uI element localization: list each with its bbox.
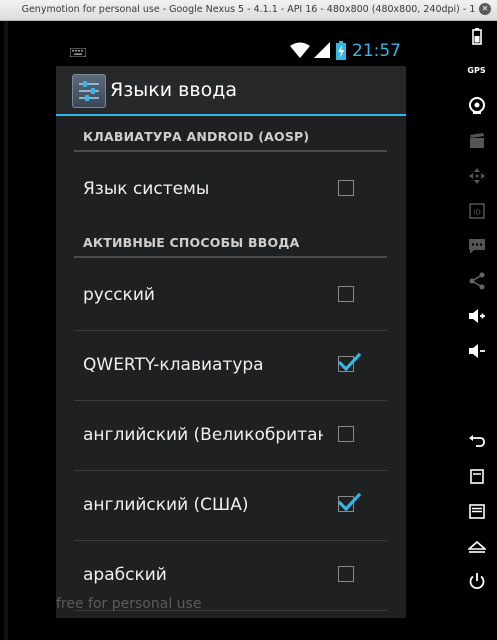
battery-tool[interactable] [456,21,497,51]
home-tool[interactable] [456,461,497,491]
watermark: free for personal use [56,596,202,612]
list-item-label: Язык системы [83,179,210,199]
page-title: Языки ввода [110,79,237,101]
section-header-active-methods: АКТИВНЫЕ СПОСОБЫ ВВОДА [74,226,387,258]
recent-apps-tool[interactable] [456,531,497,561]
checkbox[interactable] [338,426,354,442]
sms-icon [469,239,485,254]
list-item[interactable]: QWERTY-клавиатура [74,330,387,401]
back-tool[interactable] [456,426,497,456]
device-id-tool[interactable]: ID [456,196,497,226]
checkbox[interactable] [338,286,354,302]
window-title: Genymotion for personal use - Google Nex… [21,4,476,15]
gps-icon: GPS [467,66,486,75]
volume-down-icon [469,344,485,358]
menu-tool[interactable] [456,496,497,526]
capture-tool[interactable] [456,126,497,156]
checkbox[interactable] [338,566,354,582]
status-bar: 21:57 [56,36,406,66]
menu-icon [469,504,485,519]
gps-tool[interactable]: GPS [456,56,497,86]
list-item[interactable]: Язык системы [74,154,387,224]
list-item-label: русский [83,285,155,305]
left-frame [0,21,14,640]
close-button[interactable]: ✕ [479,3,491,15]
android-screen: 21:57 Языки ввода КЛАВИАТУРА ANDROID (AO… [56,36,406,618]
svg-text:ID: ID [473,209,480,217]
home-icon [470,469,484,484]
checkmark-icon [337,492,362,512]
settings-app-icon[interactable] [72,74,106,108]
sms-tool[interactable] [456,231,497,261]
power-icon [469,573,485,590]
share-tool[interactable] [456,266,497,296]
section-header-label: КЛАВИАТУРА ANDROID (AOSP) [83,129,310,144]
share-icon [469,272,485,290]
list-item[interactable]: русский [74,260,387,331]
list-item-label: QWERTY-клавиатура [83,355,264,375]
checkbox[interactable] [338,180,354,196]
list-item[interactable]: английский (США) [74,470,387,541]
checkmark-icon [337,352,362,372]
camera-icon [469,97,485,114]
wifi-icon [290,42,310,58]
camera-tool[interactable] [456,91,497,121]
window-titlebar: Genymotion for personal use - Google Nex… [0,0,497,21]
power-tool[interactable] [456,566,497,596]
status-clock: 21:57 [352,41,401,61]
back-icon [469,435,485,447]
section-header-label: АКТИВНЫЕ СПОСОБЫ ВВОДА [83,235,300,250]
dpad-tool[interactable] [456,161,497,191]
battery-icon [472,28,482,45]
section-header-aosp: КЛАВИАТУРА ANDROID (AOSP) [74,120,387,152]
signal-icon [314,42,330,58]
volume-up-tool[interactable] [456,301,497,331]
battery-charging-icon [336,41,346,60]
action-bar: Языки ввода [56,66,406,116]
emulator-toolbar: GPS ID [456,21,497,640]
list-item[interactable]: английский (Великобритания) [74,400,387,471]
volume-up-icon [469,309,485,323]
volume-down-tool[interactable] [456,336,497,366]
list-item-label: английский (Великобритания) [83,425,323,445]
recent-apps-icon [468,540,486,553]
id-icon: ID [469,203,485,219]
move-icon [469,168,485,184]
clapper-icon [470,133,484,148]
list-item-label: английский (США) [83,495,249,515]
keyboard-icon [70,48,86,57]
